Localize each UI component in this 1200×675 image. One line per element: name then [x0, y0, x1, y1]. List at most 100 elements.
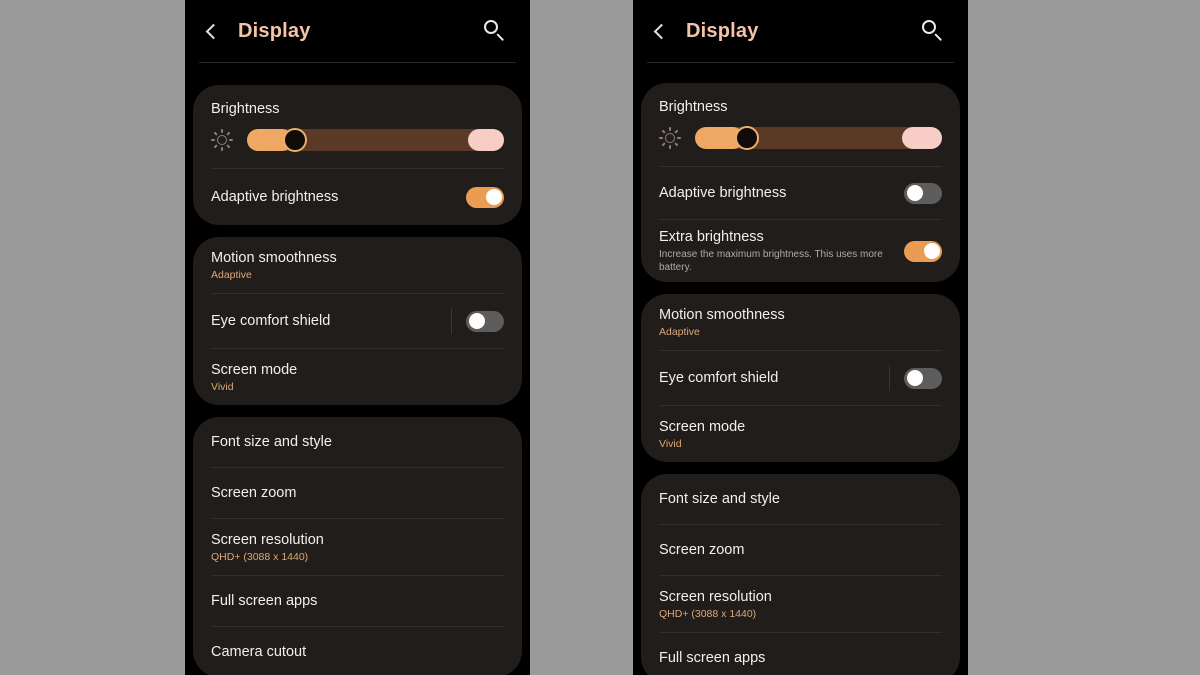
row-sublabel: Vivid [659, 437, 682, 450]
row-sublabel: Vivid [211, 380, 234, 393]
row-label: Font size and style [659, 491, 780, 508]
row-texts: Font size and style [659, 490, 942, 508]
row-adaptive-brightness[interactable]: Adaptive brightness [193, 169, 522, 225]
app-bar-left: Display [193, 0, 522, 62]
row-eye-comfort-shield[interactable]: Eye comfort shield [641, 351, 960, 405]
row-texts: Full screen apps [211, 592, 504, 610]
row-eye-comfort-shield[interactable]: Eye comfort shield [193, 294, 522, 348]
row-screen-mode[interactable]: Screen mode Vivid [641, 406, 960, 462]
toggle-thumb [468, 313, 485, 330]
row-sublabel: Adaptive [659, 325, 700, 338]
display-settings-screen-left: Display Brightness Adaptive brightness M… [185, 0, 530, 675]
brightness-header: Brightness [641, 83, 960, 122]
row-texts: Eye comfort shield [211, 312, 451, 330]
slider-knob[interactable] [734, 126, 759, 151]
row-sublabel: Adaptive [211, 268, 252, 281]
search-handle [496, 33, 505, 42]
row-texts: Extra brightness Increase the maximum br… [659, 228, 904, 274]
row-screen-resolution[interactable]: Screen resolution QHD+ (3088 x 1440) [641, 576, 960, 632]
brightness-card: Brightness [193, 85, 522, 226]
display-options-card: Font size and style Screen zoom Screen r… [641, 474, 960, 675]
row-texts: Camera cutout [211, 643, 504, 661]
row-extra-brightness[interactable]: Extra brightness Increase the maximum br… [641, 220, 960, 282]
toggle-thumb [906, 370, 923, 387]
toggle-divider [889, 365, 890, 392]
brightness-slider-row [193, 124, 522, 168]
row-screen-zoom[interactable]: Screen zoom [193, 468, 522, 518]
row-camera-cutout[interactable]: Camera cutout [193, 627, 522, 675]
row-texts: Adaptive brightness [659, 184, 904, 202]
row-texts: Full screen apps [659, 649, 942, 667]
toggle-thumb [485, 189, 502, 206]
row-texts: Motion smoothness Adaptive [211, 249, 504, 282]
row-sublabel: QHD+ (3088 x 1440) [659, 607, 757, 620]
chevron-left-icon [205, 23, 222, 39]
toggle-thumb [906, 185, 923, 202]
row-full-screen-apps[interactable]: Full screen apps [641, 633, 960, 675]
eye-comfort-shield-toggle[interactable] [466, 310, 504, 332]
row-description: Increase the maximum brightness. This us… [659, 249, 883, 274]
eye-comfort-shield-toggle[interactable] [904, 367, 942, 389]
row-texts: Screen zoom [659, 541, 942, 559]
slider-max-cap [902, 127, 942, 150]
search-icon[interactable] [482, 18, 508, 44]
row-screen-mode[interactable]: Screen mode Vivid [193, 349, 522, 405]
search-ring [922, 20, 936, 34]
phone-screenshot-left: Display Brightness Adaptive brightness M… [185, 0, 530, 675]
row-label: Screen mode [211, 361, 298, 378]
row-texts: Adaptive brightness [211, 188, 466, 206]
display-settings-screen-right: Display Brightness Adaptive brightness E… [633, 0, 968, 675]
search-icon[interactable] [920, 18, 946, 44]
back-button[interactable] [653, 16, 679, 46]
row-motion-smoothness[interactable]: Motion smoothness Adaptive [641, 294, 960, 350]
brightness-label: Brightness [211, 101, 280, 117]
brightness-slider-row [641, 122, 960, 166]
extra-brightness-toggle[interactable] [904, 240, 942, 262]
row-texts: Screen zoom [211, 484, 504, 502]
slider-knob[interactable] [282, 128, 307, 153]
row-texts: Screen mode Vivid [659, 418, 942, 451]
header-divider [647, 62, 954, 63]
sun-core [217, 135, 227, 146]
sun-core [665, 133, 675, 144]
adaptive-brightness-toggle[interactable] [466, 186, 504, 208]
row-label: Screen resolution [659, 588, 772, 605]
app-bar-right: Display [641, 0, 960, 62]
header-divider [199, 62, 516, 63]
row-label: Screen resolution [211, 531, 324, 548]
row-font-size-and-style[interactable]: Font size and style [641, 474, 960, 524]
row-label: Eye comfort shield [211, 313, 331, 330]
page-title: Display [686, 19, 759, 42]
display-options-card: Font size and style Screen zoom Screen r… [193, 417, 522, 675]
row-label: Full screen apps [211, 593, 318, 610]
row-texts: Screen mode Vivid [211, 361, 504, 394]
search-ring [484, 20, 498, 34]
search-handle [934, 33, 943, 42]
row-label: Adaptive brightness [211, 189, 339, 206]
row-adaptive-brightness[interactable]: Adaptive brightness [641, 167, 960, 219]
row-texts: Screen resolution QHD+ (3088 x 1440) [659, 588, 942, 621]
adaptive-brightness-toggle[interactable] [904, 182, 942, 204]
row-label: Adaptive brightness [659, 185, 787, 202]
row-label: Extra brightness [659, 229, 764, 246]
brightness-header: Brightness [193, 85, 522, 124]
row-font-size-and-style[interactable]: Font size and style [193, 417, 522, 467]
row-screen-zoom[interactable]: Screen zoom [641, 525, 960, 575]
row-label: Motion smoothness [211, 249, 337, 266]
brightness-sun-icon [211, 129, 233, 152]
display-quality-card: Motion smoothness Adaptive Eye comfort s… [193, 237, 522, 406]
row-texts: Motion smoothness Adaptive [659, 306, 942, 339]
display-quality-card: Motion smoothness Adaptive Eye comfort s… [641, 294, 960, 463]
row-label: Eye comfort shield [659, 370, 779, 387]
slider-max-cap [468, 129, 504, 152]
brightness-slider[interactable] [695, 126, 942, 151]
row-label: Font size and style [211, 434, 332, 451]
row-motion-smoothness[interactable]: Motion smoothness Adaptive [193, 237, 522, 293]
brightness-slider[interactable] [247, 128, 504, 153]
row-sublabel: QHD+ (3088 x 1440) [211, 550, 309, 563]
brightness-label: Brightness [659, 99, 728, 115]
row-full-screen-apps[interactable]: Full screen apps [193, 576, 522, 626]
row-texts: Screen resolution QHD+ (3088 x 1440) [211, 531, 504, 564]
back-button[interactable] [205, 16, 231, 46]
row-screen-resolution[interactable]: Screen resolution QHD+ (3088 x 1440) [193, 519, 522, 575]
